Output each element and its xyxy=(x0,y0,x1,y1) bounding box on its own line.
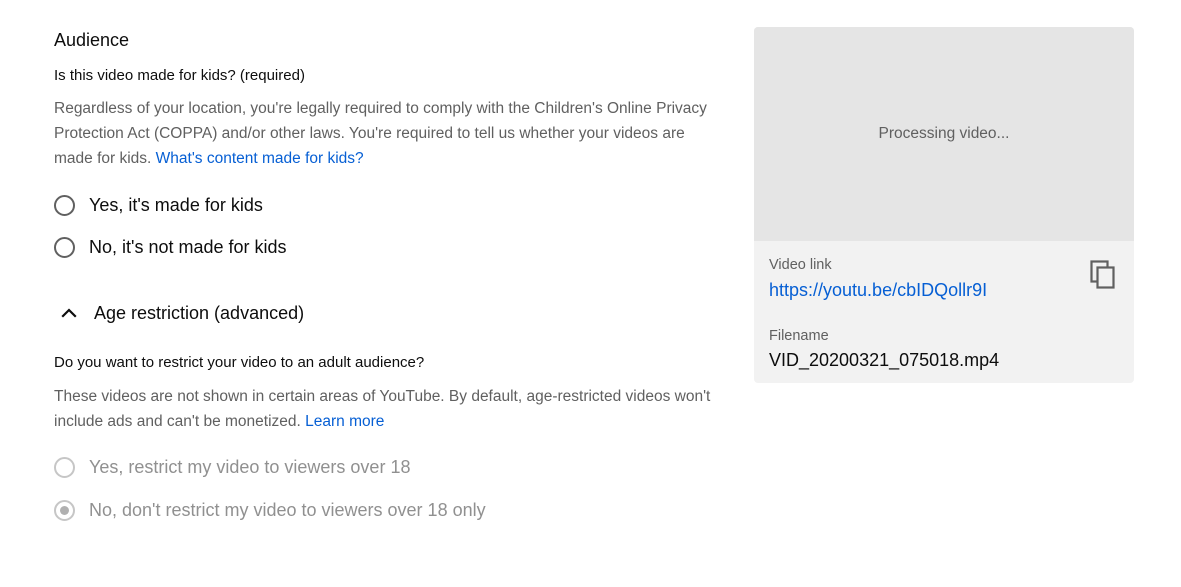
kids-content-link[interactable]: What's content made for kids? xyxy=(156,150,364,167)
age-restriction-toggle[interactable]: Age restriction (advanced) xyxy=(54,301,304,325)
copy-link-button[interactable] xyxy=(1088,260,1118,290)
kids-description: Regardless of your location, you're lega… xyxy=(54,96,714,171)
age-restriction-description: These videos are not shown in certain ar… xyxy=(54,384,714,434)
radio-label: Yes, restrict my video to viewers over 1… xyxy=(89,457,411,477)
copy-icon xyxy=(1090,260,1115,289)
radio-label: No, it's not made for kids xyxy=(89,237,287,257)
chevron-up-icon[interactable] xyxy=(54,301,84,325)
audience-heading: Audience xyxy=(54,30,130,50)
radio-restrict-no[interactable]: No, don't restrict my video to viewers o… xyxy=(54,500,486,521)
radio-made-for-kids-yes[interactable]: Yes, it's made for kids xyxy=(54,195,263,216)
radio-label: No, don't restrict my video to viewers o… xyxy=(89,500,486,520)
radio-restrict-yes[interactable]: Yes, restrict my video to viewers over 1… xyxy=(54,457,410,478)
filename-label: Filename xyxy=(769,328,829,344)
radio-selected-dot xyxy=(60,506,69,515)
video-link[interactable]: https://youtu.be/cbIDQollr9I xyxy=(769,280,987,301)
age-restriction-question: Do you want to restrict your video to an… xyxy=(54,354,425,371)
radio-button[interactable] xyxy=(54,457,75,478)
age-restriction-label: Age restriction (advanced) xyxy=(94,302,305,323)
radio-made-for-kids-no[interactable]: No, it's not made for kids xyxy=(54,237,287,258)
learn-more-link[interactable]: Learn more xyxy=(305,413,384,430)
video-preview: Processing video... xyxy=(754,27,1134,241)
video-link-label: Video link xyxy=(769,257,832,273)
radio-button[interactable] xyxy=(54,195,75,216)
kids-question: Is this video made for kids? (required) xyxy=(54,67,305,84)
radio-label: Yes, it's made for kids xyxy=(89,195,263,215)
radio-button-selected[interactable] xyxy=(54,500,75,521)
radio-button[interactable] xyxy=(54,237,75,258)
kids-description-text: Regardless of your location, you're lega… xyxy=(54,100,707,167)
filename-value: VID_20200321_075018.mp4 xyxy=(769,350,1000,370)
processing-status: Processing video... xyxy=(878,125,1010,142)
video-info-card: Processing video... Video link https://y… xyxy=(754,27,1134,383)
